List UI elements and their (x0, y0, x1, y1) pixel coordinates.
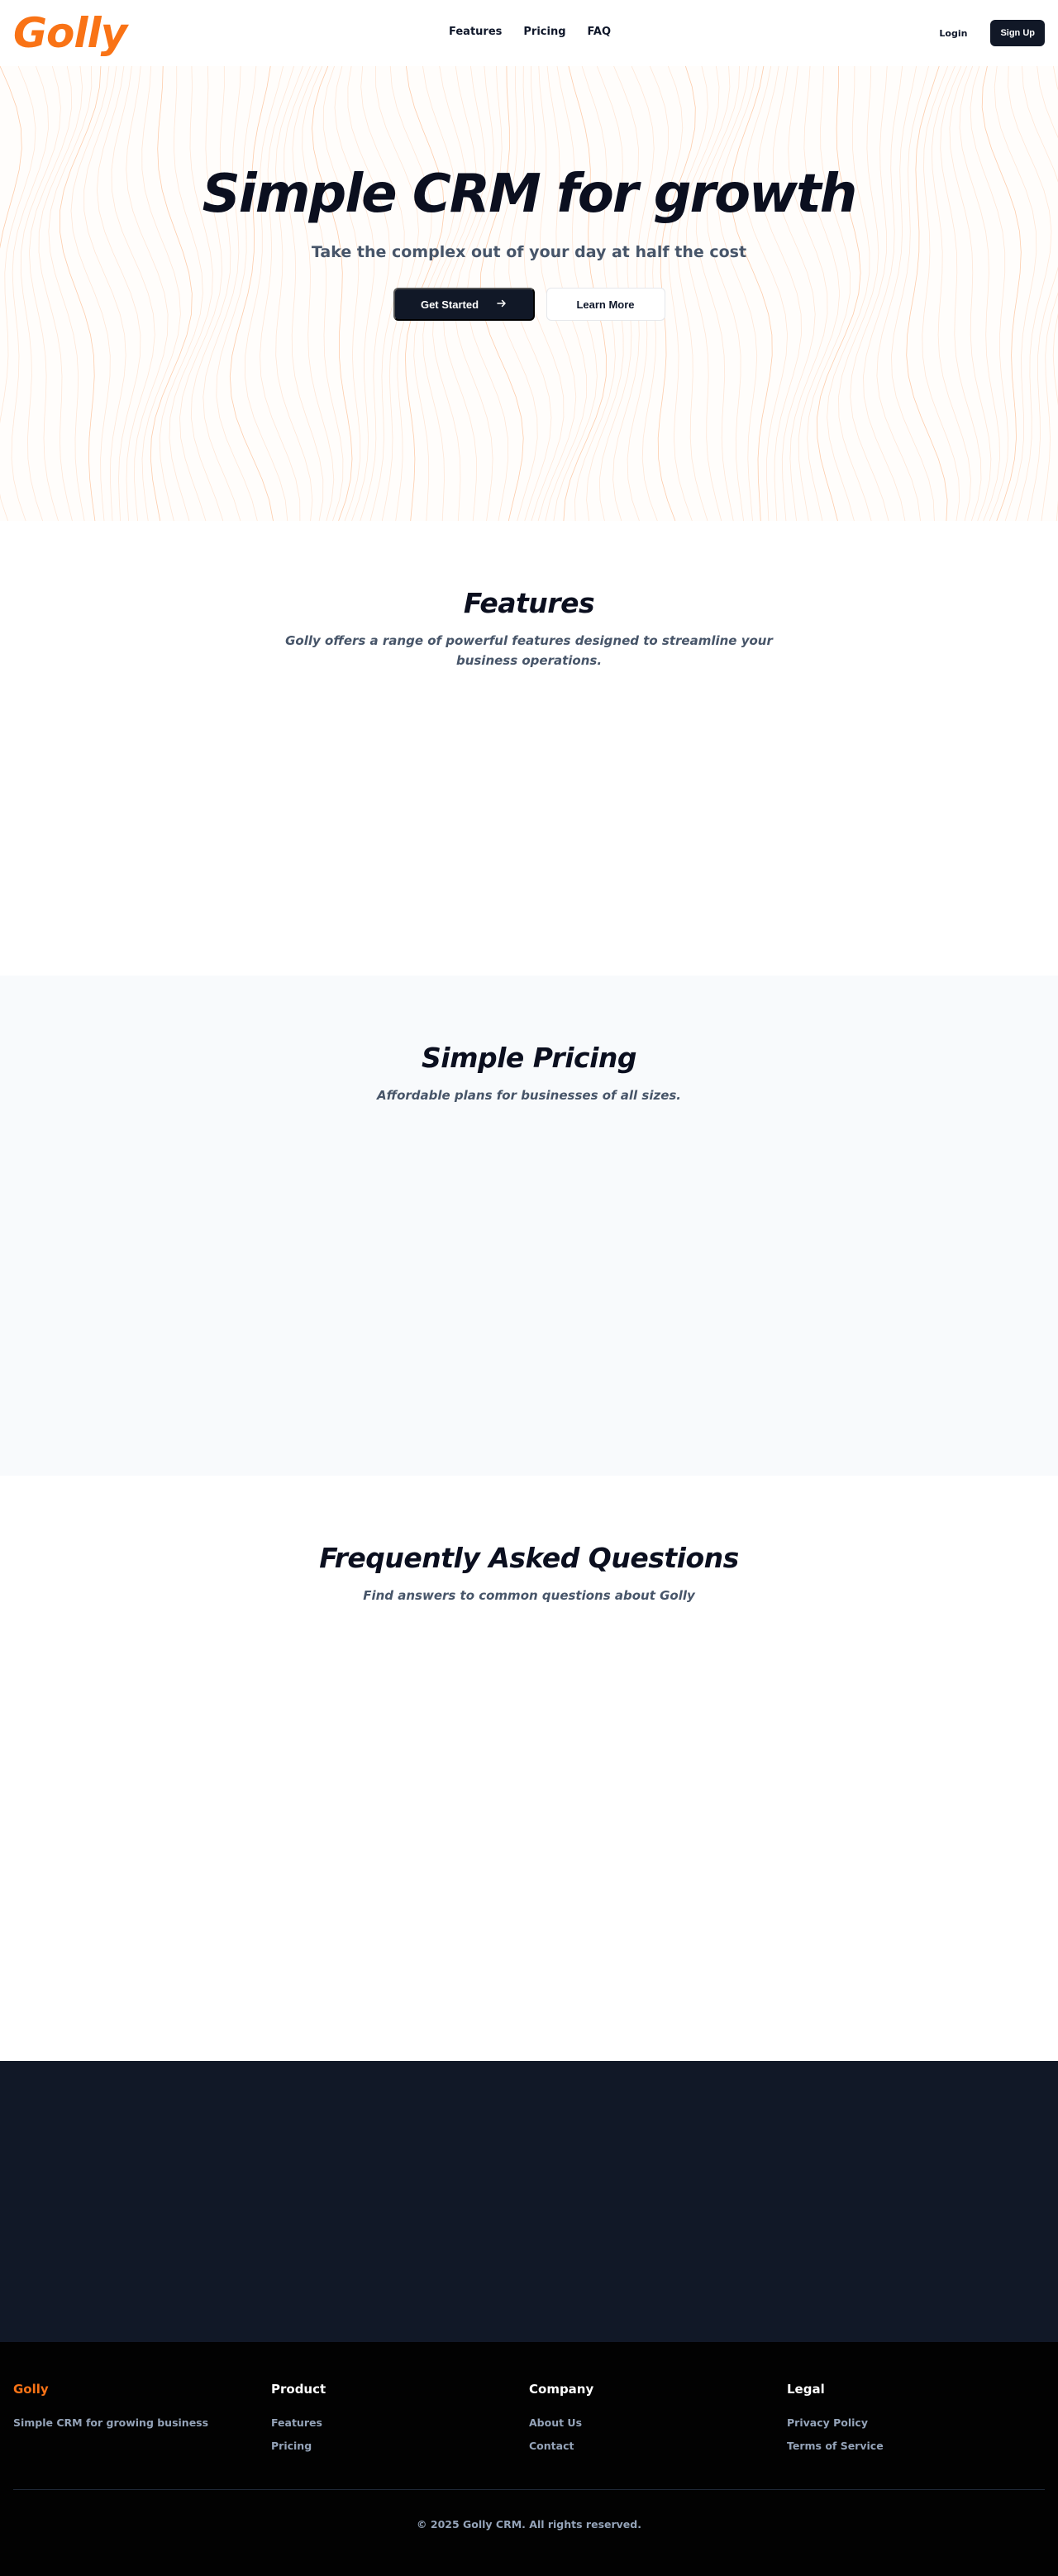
footer-link-contact[interactable]: Contact (529, 2440, 787, 2452)
features-subtitle: Golly offers a range of powerful feature… (277, 631, 781, 670)
features-section: Features Golly offers a range of powerfu… (0, 521, 1058, 976)
footer-link-about[interactable]: About Us (529, 2416, 787, 2429)
pricing-section: Simple Pricing Affordable plans for busi… (0, 976, 1058, 1476)
footer-brand-column: Golly Simple CRM for growing business (13, 2382, 271, 2463)
features-title: Features (0, 587, 1058, 619)
pricing-title: Simple Pricing (0, 1042, 1058, 1074)
main-nav: Features Pricing FAQ (449, 26, 611, 38)
footer-columns: Golly Simple CRM for growing business Pr… (13, 2382, 1045, 2463)
faq-title: Frequently Asked Questions (0, 1542, 1058, 1574)
faq-section: Frequently Asked Questions Find answers … (0, 1476, 1058, 2061)
footer-link-pricing[interactable]: Pricing (271, 2440, 529, 2452)
faq-subtitle: Find answers to common questions about G… (277, 1586, 781, 1605)
signup-button[interactable]: Sign Up (990, 20, 1045, 46)
site-footer: Golly Simple CRM for growing business Pr… (0, 2342, 1058, 2576)
footer-brand-title[interactable]: Golly (13, 2382, 271, 2397)
learn-more-button[interactable]: Learn More (546, 288, 665, 321)
footer-product-column: Product Features Pricing (271, 2382, 529, 2463)
pricing-subtitle: Affordable plans for businesses of all s… (277, 1085, 781, 1105)
logo[interactable]: Golly (13, 12, 126, 54)
footer-legal-title: Legal (787, 2382, 1045, 2397)
auth-actions: Login Sign Up (939, 20, 1045, 46)
copyright: © 2025 Golly CRM. All rights reserved. (13, 2490, 1045, 2531)
nav-link-pricing[interactable]: Pricing (523, 26, 565, 38)
arrow-right-icon (497, 298, 507, 311)
hero-section: Simple CRM for growth Take the complex o… (0, 66, 1058, 521)
footer-company-column: Company About Us Contact (529, 2382, 787, 2463)
login-link[interactable]: Login (939, 28, 967, 39)
footer-product-title: Product (271, 2382, 529, 2397)
cta-band (0, 2061, 1058, 2342)
footer-link-privacy[interactable]: Privacy Policy (787, 2416, 1045, 2429)
hero-title: Simple CRM for growth (0, 165, 1058, 223)
nav-link-faq[interactable]: FAQ (588, 26, 612, 38)
footer-link-features[interactable]: Features (271, 2416, 529, 2429)
footer-link-terms[interactable]: Terms of Service (787, 2440, 1045, 2452)
footer-legal-column: Legal Privacy Policy Terms of Service (787, 2382, 1045, 2463)
footer-company-title: Company (529, 2382, 787, 2397)
footer-tagline: Simple CRM for growing business (13, 2416, 271, 2429)
hero-buttons: Get Started Learn More (0, 288, 1058, 321)
get-started-button[interactable]: Get Started (393, 288, 535, 321)
get-started-label: Get Started (421, 298, 479, 311)
hero-content: Simple CRM for growth Take the complex o… (0, 66, 1058, 321)
site-header: Golly Features Pricing FAQ Login Sign Up (0, 0, 1058, 66)
nav-link-features[interactable]: Features (449, 26, 502, 38)
hero-subtitle: Take the complex out of your day at half… (0, 243, 1058, 261)
